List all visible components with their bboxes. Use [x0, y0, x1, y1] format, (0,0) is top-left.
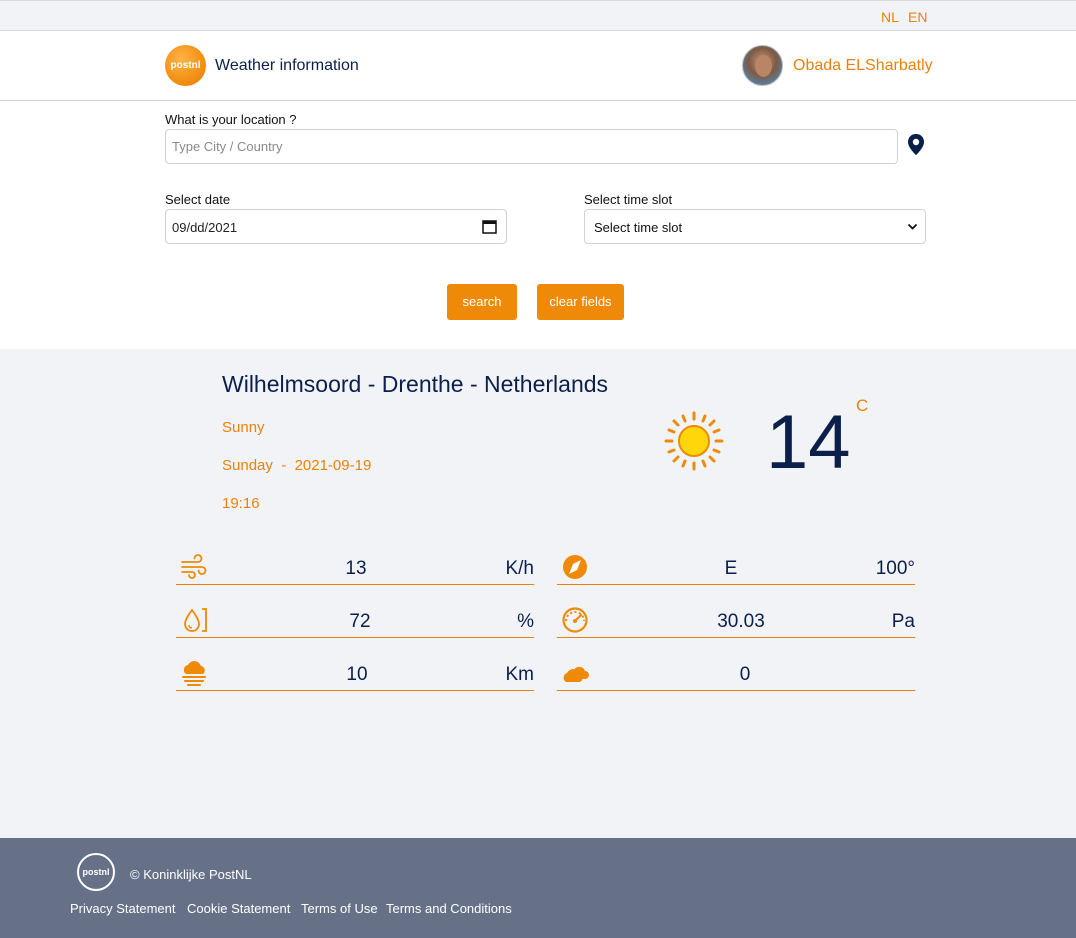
- avatar[interactable]: [742, 45, 783, 86]
- humidity-row: 72 %: [176, 604, 534, 638]
- sun-icon: [664, 411, 724, 471]
- copyright-text: © Koninklijke PostNL: [130, 867, 252, 882]
- location-input[interactable]: [165, 129, 898, 164]
- visibility-row: 10 Km: [176, 657, 534, 691]
- chevron-down-icon: [907, 223, 918, 230]
- language-nl-link[interactable]: NL: [881, 9, 899, 25]
- wind-speed-unit: K/h: [505, 558, 534, 579]
- temperature-value: 14: [766, 400, 851, 485]
- calendar-icon[interactable]: [482, 219, 497, 234]
- search-button[interactable]: search: [447, 284, 517, 320]
- location-pin-icon[interactable]: [906, 133, 926, 157]
- timeslot-label: Select time slot: [584, 192, 673, 207]
- pressure-gauge-icon: [562, 607, 588, 633]
- wind-direction-degrees: 100°: [875, 558, 915, 579]
- humidity-value: 72: [349, 611, 371, 632]
- cloud-cover-value: 0: [739, 664, 751, 685]
- terms-of-use-link[interactable]: Terms of Use: [301, 901, 378, 916]
- wind-direction-value: E: [724, 558, 738, 579]
- pressure-row: 30.03 Pa: [557, 604, 915, 638]
- date-label: Select date: [165, 192, 231, 207]
- fog-icon: [182, 661, 206, 686]
- username-link[interactable]: Obada ELSharbatly: [793, 57, 933, 75]
- humidity-icon: [184, 608, 207, 632]
- weather-condition: Sunny: [222, 419, 265, 436]
- terms-and-conditions-link[interactable]: Terms and Conditions: [386, 901, 512, 916]
- location-label: What is your location ?: [165, 112, 297, 127]
- privacy-statement-link[interactable]: Privacy Statement: [70, 901, 176, 916]
- cloud-cover-row: 0: [557, 657, 915, 691]
- pressure-unit: Pa: [891, 611, 915, 632]
- page-footer: postnl © Koninklijke PostNL Privacy Stat…: [0, 838, 1076, 938]
- app-header: postnl Weather information Obada ELSharb…: [0, 31, 1076, 101]
- compass-icon: [563, 555, 587, 579]
- visibility-value: 10: [346, 664, 368, 685]
- cookie-statement-link[interactable]: Cookie Statement: [187, 901, 290, 916]
- weather-time: 19:16: [222, 495, 260, 512]
- wind-speed-row: 13 K/h: [176, 551, 534, 585]
- weather-panel: [0, 349, 1076, 838]
- page-title: Weather information: [215, 57, 359, 74]
- clear-fields-button[interactable]: clear fields: [537, 284, 624, 320]
- cloud-icon: [563, 666, 589, 682]
- weather-location: Wilhelmsoord - Drenthe - Netherlands: [222, 371, 609, 397]
- temperature-unit: C: [856, 396, 869, 415]
- wind-direction-row: E 100°: [557, 551, 915, 585]
- language-en-link[interactable]: EN: [908, 9, 927, 25]
- timeslot-selected-value: Select time slot: [594, 220, 683, 235]
- footer-postnl-logo: postnl: [77, 853, 115, 891]
- date-value: 09/dd/2021: [172, 220, 238, 235]
- postnl-logo[interactable]: postnl: [165, 45, 206, 86]
- wind-speed-value: 13: [345, 558, 367, 579]
- visibility-unit: Km: [505, 664, 535, 685]
- timeslot-select[interactable]: Select time slot: [584, 209, 926, 244]
- wind-icon: [181, 554, 207, 579]
- date-input[interactable]: 09/dd/2021: [165, 209, 507, 244]
- language-bar: NL EN: [0, 0, 1076, 31]
- pressure-value: 30.03: [717, 611, 765, 632]
- humidity-unit: %: [517, 611, 534, 632]
- weather-date: Sunday - 2021-09-19: [222, 457, 372, 474]
